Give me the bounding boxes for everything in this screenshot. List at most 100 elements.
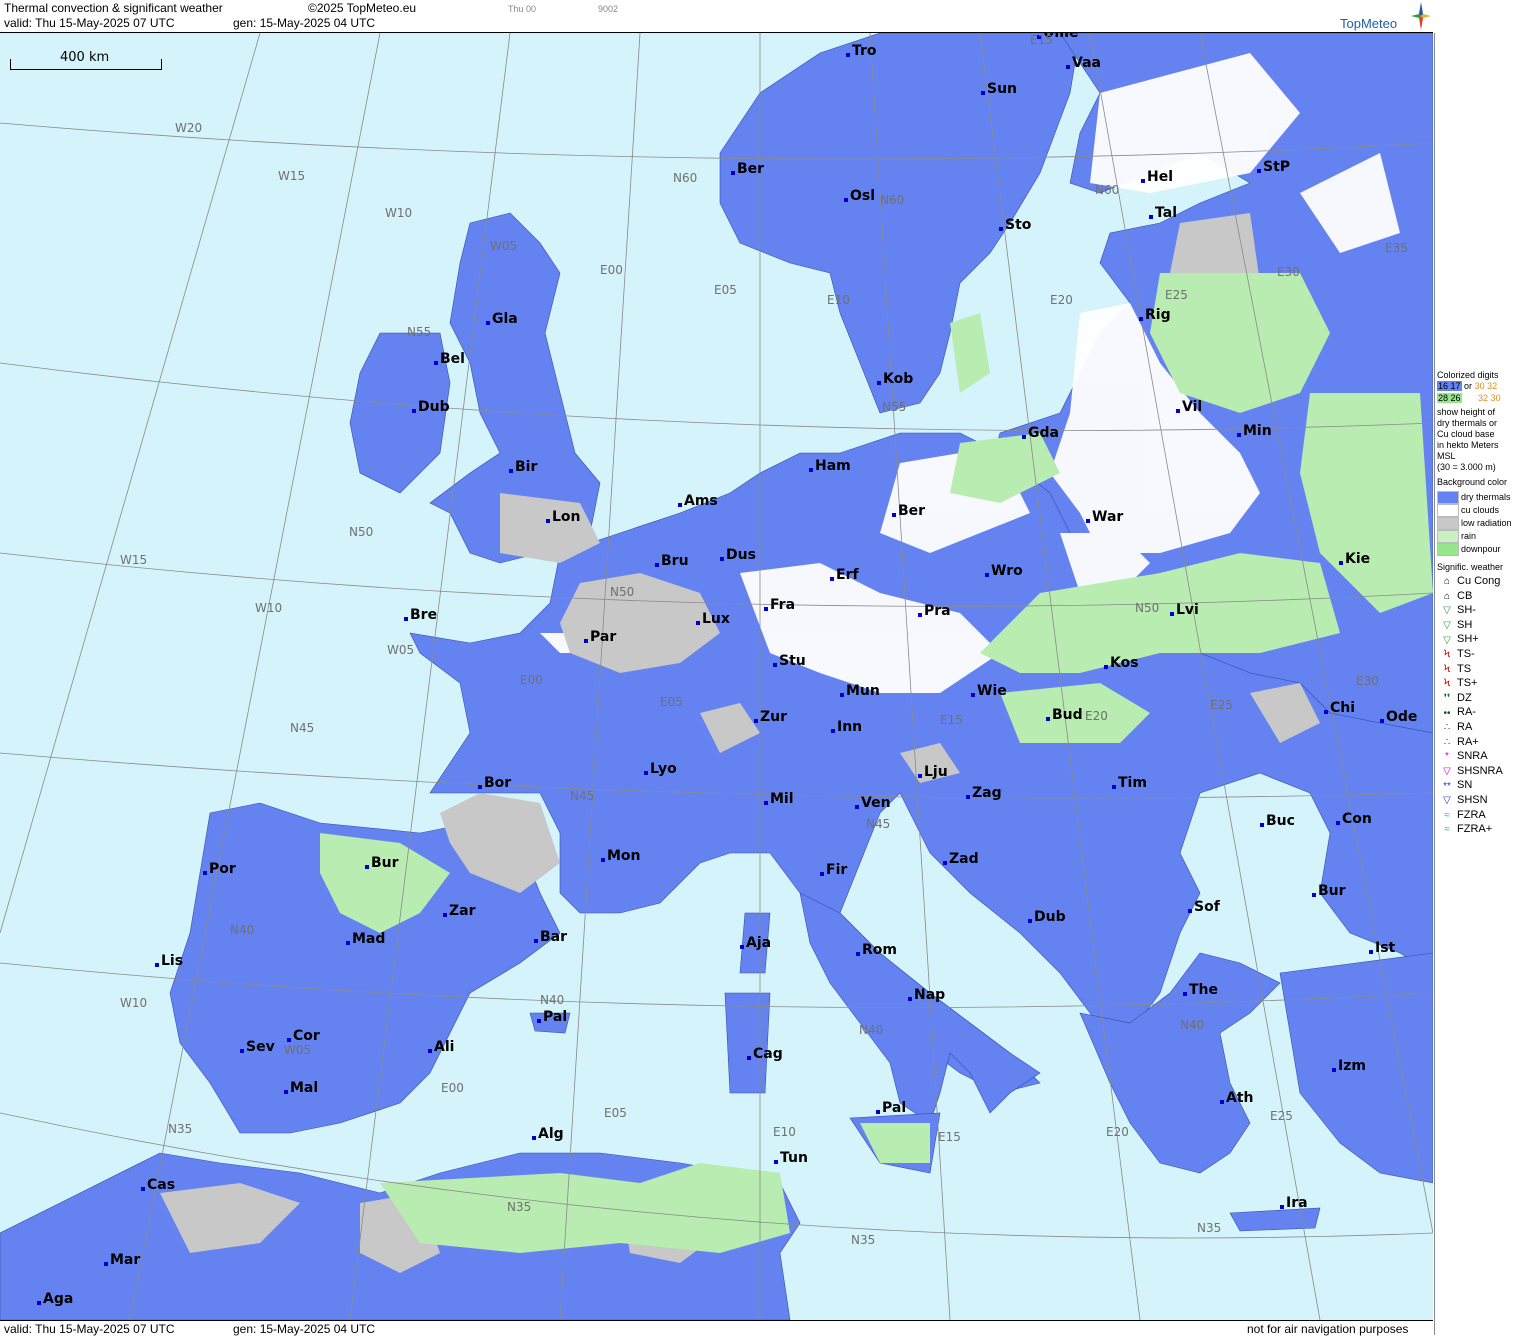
city-marker bbox=[892, 513, 896, 517]
city-label-lon: Lon bbox=[552, 509, 581, 525]
graticule-label: E30 bbox=[1277, 265, 1300, 279]
legend-wx-label: SN bbox=[1457, 779, 1473, 792]
city-label-alg: Alg bbox=[538, 1126, 564, 1142]
city-marker bbox=[644, 771, 648, 775]
city-marker bbox=[971, 693, 975, 697]
city-marker bbox=[104, 1262, 108, 1266]
city-marker bbox=[999, 227, 1003, 231]
legend-swatch bbox=[1437, 543, 1459, 556]
product-code: 9002 bbox=[598, 4, 619, 14]
city-label-bel: Bel bbox=[440, 351, 465, 367]
city-marker bbox=[908, 997, 912, 1001]
city-marker bbox=[774, 1160, 778, 1164]
city-label-nap: Nap bbox=[914, 987, 946, 1003]
city-marker bbox=[918, 613, 922, 617]
graticule-label: E30 bbox=[1356, 674, 1379, 688]
weather-symbol-icon: ▽ bbox=[1443, 795, 1451, 807]
legend-wx-label: TS bbox=[1457, 662, 1472, 675]
weather-map[interactable]: 400 km Tro Ume Vaa Sun Ber Osl Hel StP Sto Tal Gla… bbox=[0, 33, 1433, 1320]
legend-desc-5: MSL bbox=[1437, 451, 1456, 461]
graticule-label: N55 bbox=[882, 400, 907, 414]
city-label-mon: Mon bbox=[607, 848, 641, 864]
city-label-stu: Stu bbox=[779, 653, 806, 669]
weather-symbol-icon: ▽ bbox=[1443, 619, 1451, 631]
city-label-vil: Vil bbox=[1182, 399, 1203, 415]
weather-symbol-icon: * bbox=[1445, 751, 1449, 763]
city-marker bbox=[534, 939, 538, 943]
legend-digit-c: 28 26 bbox=[1437, 393, 1462, 403]
legend-wx-label: DZ bbox=[1457, 691, 1472, 704]
compass-star-icon bbox=[1411, 2, 1431, 30]
city-marker bbox=[346, 941, 350, 945]
city-label-gda: Gda bbox=[1028, 425, 1059, 441]
graticule-label: N60 bbox=[673, 171, 698, 185]
legend-wx-title: Signific. weather bbox=[1437, 562, 1504, 572]
city-marker bbox=[831, 729, 835, 733]
weather-symbol-icon: ❜❜ bbox=[1443, 692, 1451, 704]
city-marker bbox=[856, 952, 860, 956]
legend-bg-label: rain bbox=[1461, 530, 1477, 541]
city-marker bbox=[764, 607, 768, 611]
city-marker bbox=[546, 519, 550, 523]
legend-swatch bbox=[1437, 491, 1459, 504]
logo-text: TopMeteo bbox=[1340, 16, 1398, 31]
weather-symbol-icon: •• bbox=[1443, 707, 1451, 719]
legend-wx-label: CB bbox=[1457, 589, 1473, 602]
city-marker bbox=[876, 1110, 880, 1114]
city-label-mun: Mun bbox=[846, 683, 880, 699]
legend-wx-ts-: Ϟ TS+ bbox=[1437, 677, 1478, 689]
map-footer: valid: Thu 15-May-2025 07 UTC gen: 15-Ma… bbox=[0, 1320, 1433, 1336]
legend-wx-label: FZRA bbox=[1457, 808, 1486, 821]
legend-wx-label: SNRA bbox=[1457, 750, 1488, 763]
graticule-label: N50 bbox=[610, 585, 635, 599]
city-marker bbox=[284, 1090, 288, 1094]
weather-symbol-icon: ▽ bbox=[1443, 765, 1451, 777]
city-marker bbox=[840, 693, 844, 697]
city-label-kob: Kob bbox=[883, 371, 914, 387]
city-label-lyo: Lyo bbox=[650, 761, 677, 777]
graticule-label: E05 bbox=[714, 283, 737, 297]
city-label-bor: Bor bbox=[484, 775, 512, 791]
city-marker bbox=[1369, 950, 1373, 954]
city-marker bbox=[412, 409, 416, 413]
city-label-bar: Bar bbox=[540, 929, 568, 945]
legend-wx-cu-cong: ⌂ Cu Cong bbox=[1437, 575, 1500, 587]
graticule-label: E10 bbox=[773, 1125, 796, 1139]
city-marker bbox=[1188, 909, 1192, 913]
legend-bg-low-radiation: low radiation bbox=[1437, 517, 1512, 530]
city-marker bbox=[404, 617, 408, 621]
city-label-lvi: Lvi bbox=[1176, 602, 1199, 618]
city-label-ali: Ali bbox=[434, 1039, 455, 1055]
graticule-label: N55 bbox=[407, 325, 432, 339]
city-marker bbox=[1112, 785, 1116, 789]
legend-digit-or: or bbox=[1464, 381, 1473, 391]
city-marker bbox=[981, 91, 985, 95]
graticule-label: N40 bbox=[230, 923, 255, 937]
city-label-ham: Ham bbox=[815, 458, 851, 474]
legend-wx-fzra: ≈ FZRA bbox=[1437, 808, 1486, 821]
city-marker bbox=[443, 913, 447, 917]
legend-wx-label: FZRA+ bbox=[1457, 823, 1493, 836]
city-marker bbox=[846, 53, 850, 57]
legend-wx-label: SH bbox=[1457, 618, 1473, 631]
city-label-con: Con bbox=[1342, 811, 1372, 827]
city-marker bbox=[509, 469, 513, 473]
graticule-label: E05 bbox=[604, 1106, 627, 1120]
graticule-label: W05 bbox=[284, 1043, 312, 1057]
city-label-tim: Tim bbox=[1118, 775, 1147, 791]
city-marker bbox=[844, 198, 848, 202]
map-canvas bbox=[0, 33, 1433, 1320]
city-marker bbox=[855, 805, 859, 809]
legend-wx-ra-: •• RA- bbox=[1437, 706, 1475, 719]
legend-digit-sample-row-1: 16 17 or 30 32 bbox=[1437, 381, 1497, 391]
graticule-label: W15 bbox=[120, 553, 148, 567]
legend-digit-d: 32 30 bbox=[1478, 393, 1501, 403]
graticule-label: E15 bbox=[940, 713, 963, 727]
weather-symbol-icon: ⌂ bbox=[1443, 590, 1451, 602]
city-marker bbox=[486, 321, 490, 325]
graticule-label: E25 bbox=[1165, 288, 1188, 302]
graticule-label: N40 bbox=[540, 993, 565, 1007]
city-label-sto: Sto bbox=[1005, 217, 1032, 233]
city-label-tun: Tun bbox=[780, 1150, 808, 1166]
city-marker bbox=[1260, 823, 1264, 827]
